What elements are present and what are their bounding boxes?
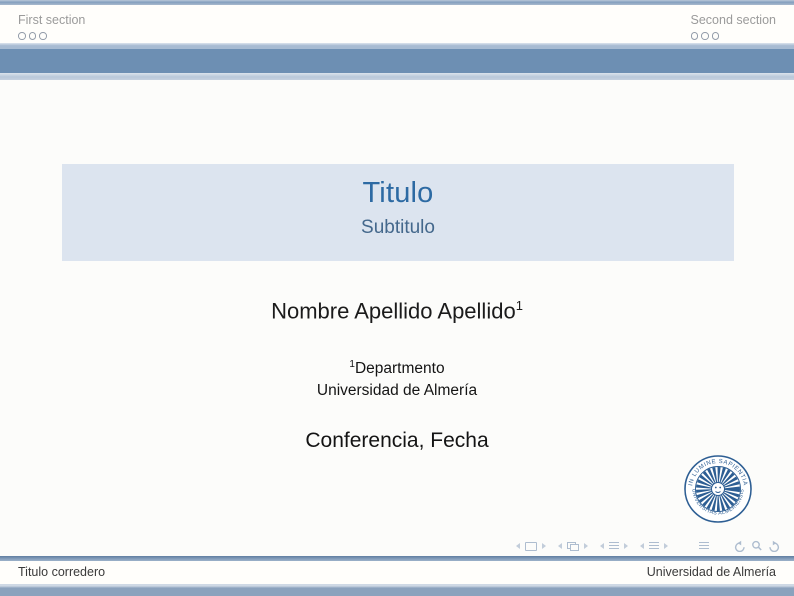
next-slide-icon[interactable] <box>542 543 546 549</box>
presentation-subtitle: Subtitulo <box>62 217 734 239</box>
next-frame-icon[interactable] <box>584 543 588 549</box>
institute-block: 1Departmento Universidad de Almería <box>0 358 794 401</box>
institute-department-line: 1Departmento <box>0 358 794 380</box>
header-pale-bar <box>0 73 794 80</box>
conference-date: Conferencia, Fecha <box>0 429 794 453</box>
prev-section-icon[interactable] <box>640 543 644 549</box>
presentation-icon[interactable] <box>699 542 709 550</box>
footer: Titulo corredero Universidad de Almería <box>0 561 794 584</box>
institute-department: Departmento <box>355 360 445 377</box>
section-label[interactable]: First section <box>18 13 85 28</box>
next-subsection-icon[interactable] <box>624 543 628 549</box>
frame-dots <box>691 32 776 40</box>
author-line: Nombre Apellido Apellido1 <box>0 298 794 324</box>
section-nav-first[interactable]: First section <box>18 13 85 40</box>
header-main-bar <box>0 49 794 73</box>
seal-svg: IN LUMINE SAPIENTIA UNIVERSITAS ALMERIEN… <box>684 455 752 523</box>
beamer-navigation-symbols <box>516 539 780 553</box>
prev-subsection-icon[interactable] <box>600 543 604 549</box>
header-navigation: First section Second section <box>0 5 794 43</box>
institute-university: Universidad de Almería <box>0 380 794 401</box>
university-seal-logo: IN LUMINE SAPIENTIA UNIVERSITAS ALMERIEN… <box>684 455 752 523</box>
prev-frame-icon[interactable] <box>558 543 562 549</box>
footer-institution: Universidad de Almería <box>647 561 776 584</box>
search-icon[interactable] <box>751 540 763 552</box>
frame-dot[interactable] <box>39 32 47 40</box>
section-label[interactable]: Second section <box>691 13 776 28</box>
footer-short-title: Titulo corredero <box>18 561 105 584</box>
next-section-icon[interactable] <box>664 543 668 549</box>
title-block: Titulo Subtitulo <box>62 164 734 261</box>
footer-bottom-bar <box>0 584 794 596</box>
author-name: Nombre Apellido Apellido <box>271 298 516 323</box>
frame-dot[interactable] <box>18 32 26 40</box>
back-icon[interactable] <box>734 540 746 552</box>
slide-icon[interactable] <box>525 542 537 551</box>
subsection-icon[interactable] <box>609 542 619 550</box>
author-footnote-marker: 1 <box>516 298 523 313</box>
frame-dot[interactable] <box>29 32 37 40</box>
section-nav-second[interactable]: Second section <box>691 13 776 40</box>
frame-dot[interactable] <box>712 32 720 40</box>
section-icon[interactable] <box>649 542 659 550</box>
beamer-title-slide: First section Second section Titulo Subt… <box>0 0 794 596</box>
frame-dot[interactable] <box>691 32 699 40</box>
presentation-title: Titulo <box>62 177 734 210</box>
frame-dot[interactable] <box>701 32 709 40</box>
frame-icon[interactable] <box>567 542 579 551</box>
frame-dots <box>18 32 85 40</box>
forward-icon[interactable] <box>768 540 780 552</box>
prev-slide-icon[interactable] <box>516 543 520 549</box>
